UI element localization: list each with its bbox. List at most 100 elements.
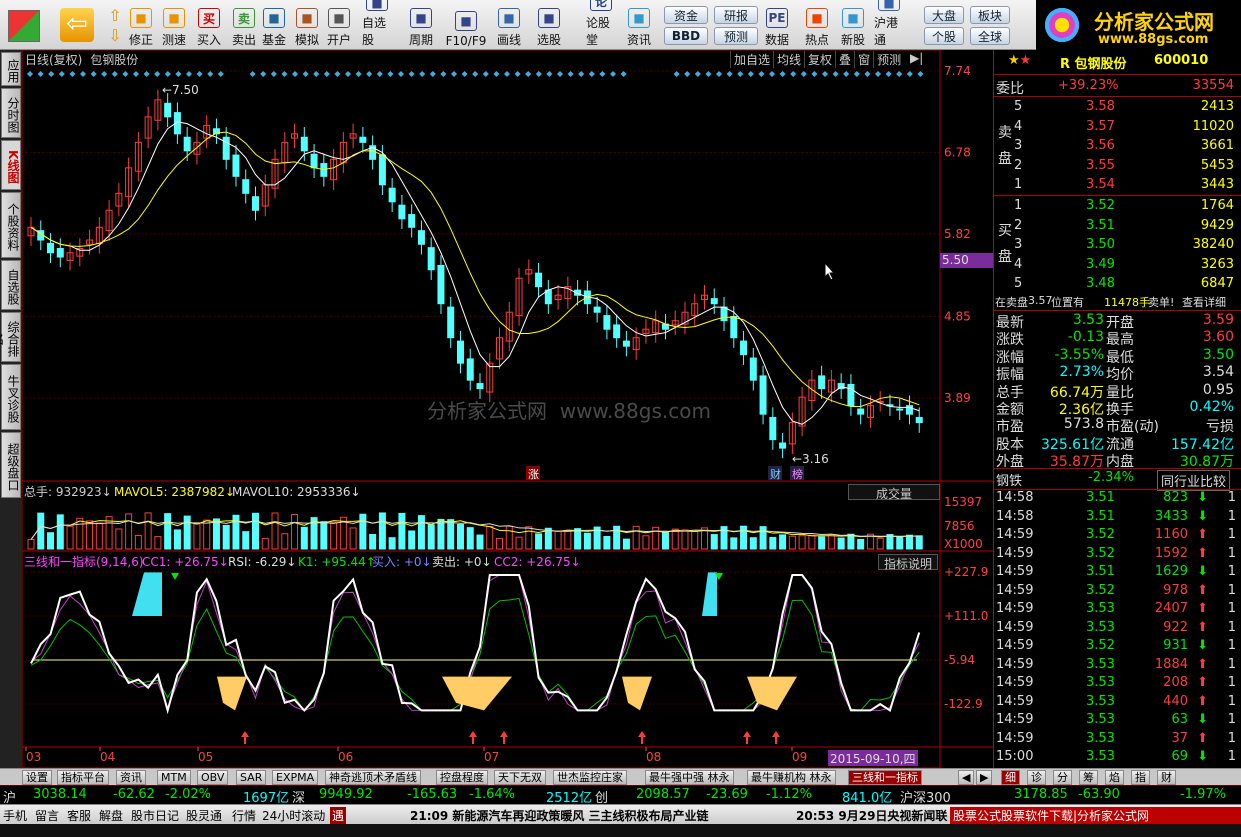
- chart-button-1[interactable]: 加自选: [730, 51, 773, 68]
- indicator-tab-7[interactable]: EXPMA: [272, 770, 319, 785]
- star-icon[interactable]: ★★: [1008, 53, 1031, 68]
- status-item-6[interactable]: 股灵通: [186, 807, 222, 824]
- toolbar-button-15[interactable]: PE 数据: [762, 4, 792, 48]
- sell-level-row[interactable]: 1 3.54 3443: [994, 177, 1241, 196]
- buy-level-row[interactable]: 1 3.52 1764: [994, 198, 1241, 217]
- status-item-3[interactable]: 客服: [67, 807, 91, 824]
- buy-level-row[interactable]: 5 3.48 6847: [994, 276, 1241, 295]
- quote-tab-7[interactable]: 财: [1157, 770, 1176, 785]
- left-tab-7[interactable]: 牛叉诊股: [1, 364, 21, 430]
- scroll-right-icon[interactable]: ▶|: [910, 51, 923, 65]
- forecast-pill[interactable]: 预测: [714, 27, 758, 45]
- sell-level-row[interactable]: 3 3.56 3661: [994, 138, 1241, 157]
- bbd-pill[interactable]: BBD: [664, 27, 708, 45]
- sell-level-row[interactable]: 4 3.57 11020: [994, 119, 1241, 138]
- status-item-4[interactable]: 解盘: [99, 807, 123, 824]
- quote-tab-1[interactable]: 细: [1001, 770, 1020, 785]
- toolbar-button-16[interactable]: ■ 热点: [802, 4, 832, 48]
- buy-level-row[interactable]: 3 3.50 38240: [994, 237, 1241, 256]
- toolbar-button-17[interactable]: ■ 新股: [838, 4, 868, 48]
- signal-diamond: [769, 71, 775, 77]
- toolbar-button-10[interactable]: ■ F10/F9: [444, 4, 488, 48]
- left-tab-5[interactable]: 自选股: [1, 260, 21, 310]
- indicator-tab-5[interactable]: OBV: [197, 770, 229, 785]
- research-pill[interactable]: 研报: [714, 6, 758, 24]
- left-tab-2[interactable]: 分时图: [1, 88, 21, 138]
- indicator-tab-14[interactable]: 三线和一指标: [848, 770, 922, 785]
- news-item-2[interactable]: 20:53 9月29日央视新闻联: [796, 807, 950, 824]
- quote-tab-4[interactable]: 筹: [1079, 770, 1098, 785]
- toolbar-button-18[interactable]: ■ 沪港通: [874, 0, 904, 48]
- chart-button-2[interactable]: 均线: [773, 51, 804, 68]
- status-item-8[interactable]: 24小时滚动: [262, 807, 325, 824]
- sell-level-row[interactable]: 2 3.55 5453: [994, 158, 1241, 177]
- indicator-tab-10[interactable]: 天下无双: [494, 770, 546, 785]
- candle-down: [408, 214, 416, 228]
- indicator-tab-8[interactable]: 神奇逃顶术矛盾线: [325, 770, 421, 785]
- sell-level-row[interactable]: 5 3.58 2413: [994, 99, 1241, 118]
- status-item-5[interactable]: 股市日记: [131, 807, 179, 824]
- ad-banner[interactable]: 股票公式股票软件下载|分析家公式网: [950, 807, 1241, 824]
- toolbar-button-11[interactable]: ■ 画线: [494, 4, 524, 48]
- left-tab-4[interactable]: 个股资料: [1, 192, 21, 258]
- quote-tab-5[interactable]: 焰: [1105, 770, 1124, 785]
- toolbar-button-9[interactable]: ■ 周期: [406, 4, 436, 48]
- toolbar-button-5[interactable]: ■ 基金: [259, 4, 289, 48]
- dapan-pill[interactable]: 大盘: [924, 6, 964, 24]
- tab-scroll-right-icon[interactable]: ▶: [976, 770, 993, 785]
- indicator-help-button[interactable]: 指标说明: [878, 554, 938, 571]
- indicator-tab-9[interactable]: 控盘程度: [436, 770, 488, 785]
- kline-chart-area[interactable]: 7.74 6.78 5.82 4.85 3.89 ←7.50 ←3.16 涨 财榜总手: 932…: [22, 50, 993, 768]
- view-detail-link[interactable]: 查看详细: [1182, 294, 1226, 310]
- quote-tab-2[interactable]: 诊: [1027, 770, 1046, 785]
- status-item-2[interactable]: 留言: [35, 807, 59, 824]
- fund-flow-pill[interactable]: 资金: [664, 6, 708, 24]
- indicator-tab-11[interactable]: 世杰监控庄家: [553, 770, 627, 785]
- volume-indicator-button[interactable]: 成交量: [848, 484, 940, 501]
- indicator-tab-13[interactable]: 最牛赚机构 林永: [747, 770, 836, 785]
- indicator-tab-12[interactable]: 最牛强中强 林永: [645, 770, 734, 785]
- bankuai-pill[interactable]: 板块: [970, 6, 1010, 24]
- chart-button-5[interactable]: 窗: [854, 51, 873, 68]
- toolbar-button-3[interactable]: 买买入: [194, 4, 224, 48]
- tick-row: 14:59 3.53 1884 ⬆ 1: [996, 656, 1236, 672]
- left-tab-6[interactable]: 综合排名: [0, 312, 21, 362]
- news-item-1[interactable]: 21:09 新能源汽车再迎政策暖风 三主线积极布局产业链: [410, 807, 709, 824]
- indicator-tab-6[interactable]: SAR: [236, 770, 267, 785]
- buy-level-row[interactable]: 2 3.51 9429: [994, 218, 1241, 237]
- toolbar-button-1[interactable]: ■ 修正: [126, 4, 156, 48]
- tab-scroll-left-icon[interactable]: ◀: [958, 770, 975, 785]
- indicator-tab-2[interactable]: 指标平台: [57, 770, 109, 785]
- quanqiu-pill[interactable]: 全球: [970, 27, 1010, 45]
- left-tab-8[interactable]: 超级盘口: [1, 432, 21, 498]
- down-arrow-icon[interactable]: ⇩: [104, 26, 126, 45]
- signal-diamond: [896, 71, 903, 77]
- chart-button-4[interactable]: 叠: [835, 51, 854, 68]
- toolbar-button-13[interactable]: 论论股堂: [586, 0, 616, 48]
- toolbar-button-2[interactable]: ■ 测速: [159, 4, 189, 48]
- toolbar-button-7[interactable]: ■ 开户: [324, 4, 354, 48]
- chart-button-3[interactable]: 复权: [804, 51, 835, 68]
- status-item-7[interactable]: 行情: [232, 807, 256, 824]
- toolbar-button-6[interactable]: ■ 模拟: [292, 4, 322, 48]
- buy-level-row[interactable]: 4 3.49 3263: [994, 257, 1241, 276]
- app-menu-icon[interactable]: [8, 10, 40, 42]
- quote-tab-6[interactable]: 指: [1131, 770, 1150, 785]
- toolbar-button-8[interactable]: ■ 自选股: [362, 0, 392, 48]
- back-arrow-icon[interactable]: ⇦: [60, 8, 94, 42]
- left-tab-3[interactable]: K线图: [1, 140, 21, 190]
- up-arrow-icon[interactable]: ⇧: [104, 6, 126, 25]
- toolbar-button-4[interactable]: 卖卖出: [229, 4, 259, 48]
- status-item-1[interactable]: 手机: [3, 807, 27, 824]
- volume-bar: [710, 534, 718, 550]
- toolbar-button-12[interactable]: ■ 选股: [534, 4, 564, 48]
- indicator-tab-3[interactable]: 资讯: [116, 770, 146, 785]
- left-tab-1[interactable]: 应用: [1, 52, 21, 86]
- gegu-pill[interactable]: 个股: [924, 27, 964, 45]
- quote-tab-3[interactable]: 分: [1053, 770, 1072, 785]
- toolbar-button-14[interactable]: ■ 资讯: [624, 4, 654, 48]
- indicator-tab-4[interactable]: MTM: [157, 770, 191, 785]
- indicator-tab-1[interactable]: 设置: [22, 770, 52, 785]
- chart-button-6[interactable]: 预测: [873, 51, 904, 68]
- sector-compare-button[interactable]: 同行业比较: [1157, 470, 1231, 491]
